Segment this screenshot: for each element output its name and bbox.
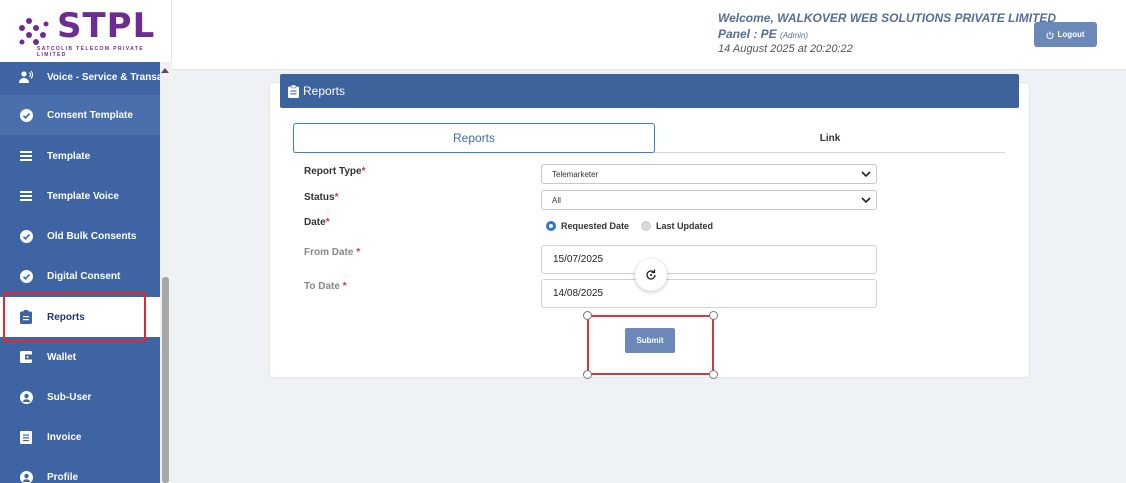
- clipboard-icon: [288, 84, 299, 98]
- check-circle-icon: [19, 108, 33, 122]
- sidebar-item-old-bulk-consents[interactable]: Old Bulk Consents: [0, 216, 160, 256]
- date-label: Date*: [304, 217, 330, 228]
- sidebar-item-label: Template: [47, 150, 91, 162]
- company-name: WALKOVER WEB SOLUTIONS PRIVATE LIMITED: [777, 11, 1057, 25]
- status-label-text: Status: [304, 192, 335, 203]
- required-mark: *: [356, 247, 361, 258]
- sidebar-item-template-voice[interactable]: Template Voice: [0, 176, 160, 216]
- sidebar-item-wallet[interactable]: Wallet: [0, 337, 160, 377]
- list-icon: [19, 189, 33, 203]
- check-circle-icon: [19, 269, 33, 283]
- sidebar-item-digital-consent[interactable]: Digital Consent: [0, 256, 160, 296]
- welcome-prefix: Welcome,: [718, 11, 774, 25]
- status-label: Status*: [304, 192, 338, 203]
- sidebar-item-label: Wallet: [47, 351, 77, 363]
- sidebar-item-label: Template Voice: [47, 190, 119, 202]
- check-circle-icon: [19, 229, 33, 243]
- status-value: All: [552, 195, 561, 205]
- radio-last-updated[interactable]: [641, 221, 652, 231]
- radio-requested-label[interactable]: Requested Date: [561, 221, 629, 231]
- panel-info: Panel : PE (Admin): [718, 27, 808, 41]
- required-mark: *: [342, 281, 347, 292]
- tab-link[interactable]: Link: [655, 123, 1005, 153]
- brand-tagline: SATCOLIB TELECOM PRIVATE LIMITED: [37, 46, 144, 58]
- resize-handle-bottom-right[interactable]: [709, 370, 718, 379]
- required-mark: *: [325, 217, 330, 228]
- date-radio-group: Requested Date Last Updated: [546, 221, 713, 231]
- radio-requested-date[interactable]: [546, 221, 556, 231]
- status-select[interactable]: All: [541, 190, 877, 210]
- panel-label: Panel : PE: [718, 27, 777, 41]
- resize-handle-bottom-left[interactable]: [583, 370, 592, 379]
- sidebar-item-consent-template[interactable]: Consent Template: [0, 95, 160, 135]
- report-type-label: Report Type*: [304, 166, 366, 177]
- radio-updated-label[interactable]: Last Updated: [656, 221, 713, 231]
- rotate-icon: [646, 269, 656, 280]
- sidebar-item-template[interactable]: Template: [0, 136, 160, 176]
- sidebar: STPL SATCOLIB TELECOM PRIVATE LIMITED Vo…: [0, 0, 172, 483]
- list-icon: [19, 149, 33, 163]
- rotate-handle[interactable]: [635, 259, 667, 291]
- power-icon: [1046, 31, 1054, 39]
- sidebar-item-invoice[interactable]: Invoice: [0, 417, 160, 457]
- sidebar-item-label: Voice - Service & Transac: [47, 71, 160, 83]
- report-type-label-text: Report Type: [304, 166, 362, 177]
- tab-bar: Reports Link: [293, 123, 1005, 153]
- panel-role: (Admin): [780, 31, 809, 40]
- date-label-text: Date: [304, 217, 326, 228]
- to-date-label-text: To Date: [304, 281, 340, 292]
- chevron-down-icon: [861, 171, 871, 178]
- user-circle-icon: [19, 470, 33, 483]
- welcome-text: Welcome, WALKOVER WEB SOLUTIONS PRIVATE …: [718, 11, 1056, 25]
- brand-logo[interactable]: STPL SATCOLIB TELECOM PRIVATE LIMITED: [0, 0, 172, 62]
- from-date-label: From Date *: [304, 247, 360, 258]
- voice-icon: [19, 70, 33, 84]
- sidebar-item-label: Sub-User: [47, 391, 92, 403]
- report-type-value: Telemarketer: [552, 169, 599, 179]
- required-mark: *: [361, 166, 366, 177]
- current-datetime: 14 August 2025 at 20:20:22: [718, 43, 853, 55]
- sidebar-item-sub-user[interactable]: Sub-User: [0, 377, 160, 417]
- wallet-icon: [19, 350, 33, 364]
- chevron-down-icon: [861, 197, 871, 204]
- sidebar-item-label: Profile: [47, 471, 79, 483]
- brand-name: STPL: [57, 6, 156, 46]
- highlight-annotation: [3, 292, 146, 342]
- sidebar-nav: Voice - Service & Transac Consent Templa…: [0, 62, 160, 483]
- sidebar-item-label: Consent Template: [47, 109, 133, 121]
- user-circle-icon: [19, 390, 33, 404]
- sidebar-item-voice[interactable]: Voice - Service & Transac: [0, 62, 160, 97]
- card-title: Reports: [303, 84, 346, 98]
- required-mark: *: [334, 192, 339, 203]
- scroll-up-arrow-icon[interactable]: [161, 68, 169, 73]
- sidebar-scrollbar[interactable]: [160, 62, 172, 483]
- logout-label: Logout: [1057, 30, 1085, 39]
- sidebar-item-label: Old Bulk Consents: [47, 230, 137, 242]
- sidebar-item-label: Invoice: [47, 431, 82, 443]
- scrollbar-thumb[interactable]: [162, 277, 169, 483]
- sidebar-item-profile[interactable]: Profile: [0, 457, 160, 483]
- resize-handle-top-right[interactable]: [709, 311, 718, 320]
- from-date-label-text: From Date: [304, 247, 354, 258]
- to-date-label: To Date *: [304, 281, 347, 292]
- tab-reports[interactable]: Reports: [293, 123, 655, 153]
- submit-button[interactable]: Submit: [625, 328, 675, 353]
- card-header: Reports: [280, 74, 1019, 108]
- from-date-input[interactable]: 15/07/2025: [541, 245, 877, 274]
- logout-button[interactable]: Logout: [1034, 22, 1097, 47]
- to-date-input[interactable]: 14/08/2025: [541, 279, 877, 308]
- top-header: Welcome, WALKOVER WEB SOLUTIONS PRIVATE …: [172, 0, 1126, 70]
- resize-handle-top-left[interactable]: [583, 311, 592, 320]
- invoice-icon: [19, 430, 33, 444]
- sidebar-item-label: Digital Consent: [47, 270, 121, 282]
- report-type-select[interactable]: Telemarketer: [541, 164, 877, 184]
